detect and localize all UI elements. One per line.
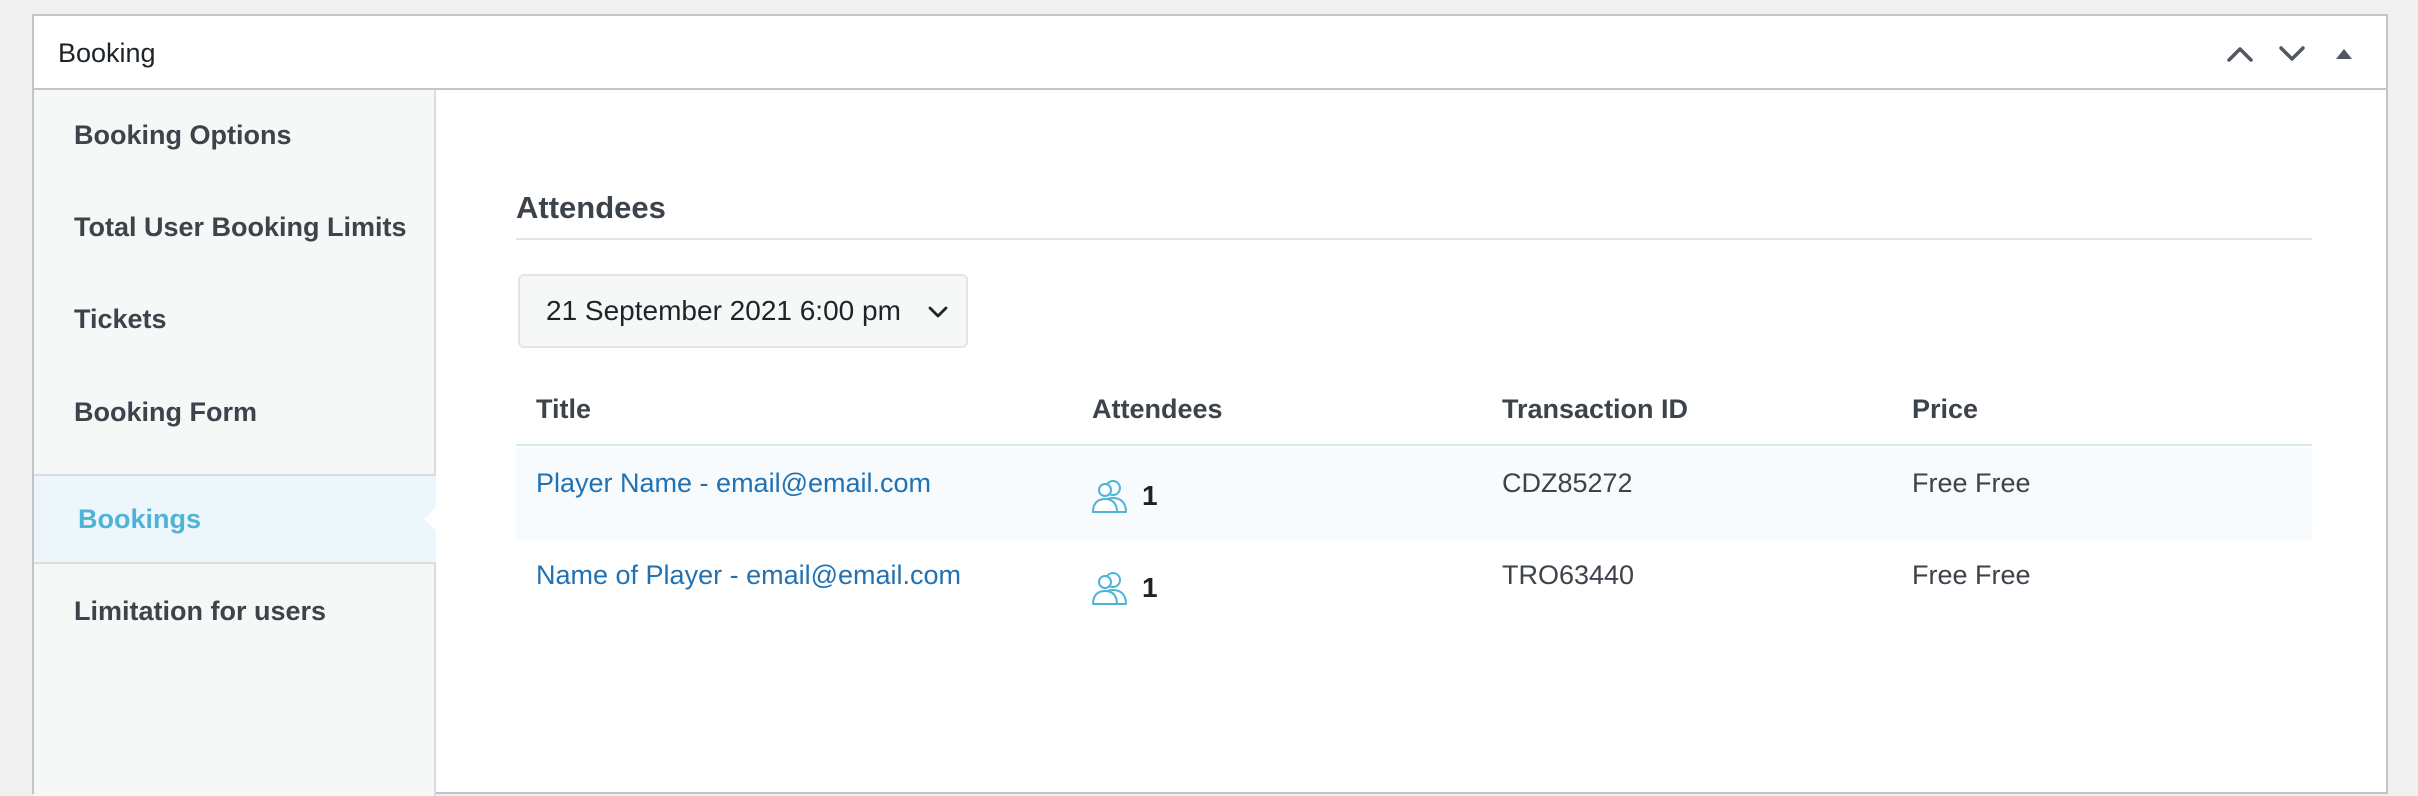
sidebar-item-booking-form[interactable]: Booking Form <box>34 367 436 457</box>
column-header-price: Price <box>1912 394 1979 424</box>
attendee-count: 1 <box>1142 572 1158 603</box>
move-up-button[interactable] <box>2214 34 2266 74</box>
section-title: Attendees <box>516 190 666 225</box>
attendees-cell: 1 <box>1090 476 1158 516</box>
move-down-button[interactable] <box>2266 34 2318 74</box>
booking-metabox: Booking Booking Options Total User Booki… <box>32 14 2388 796</box>
booking-sidebar: Booking Options Total User Booking Limit… <box>34 90 438 796</box>
transaction-id: TRO63440 <box>1502 560 1635 590</box>
users-icon <box>1092 572 1127 605</box>
chevron-up-icon <box>2227 47 2253 62</box>
column-header-transaction-id: Transaction ID <box>1502 394 1689 424</box>
metabox-title: Booking <box>58 38 156 68</box>
sidebar-item-total-user-booking-limits[interactable]: Total User Booking Limits <box>34 182 436 272</box>
sidebar-item-bookings[interactable]: Bookings <box>34 474 438 564</box>
sidebar-item-booking-options[interactable]: Booking Options <box>34 90 436 180</box>
price: Free Free <box>1912 468 2031 498</box>
triangle-up-icon <box>2336 49 2352 59</box>
column-header-attendees: Attendees <box>1092 394 1223 424</box>
booking-title-link[interactable]: Player Name - email@email.com <box>536 468 931 499</box>
attendees-cell: 1 <box>1090 568 1158 608</box>
sidebar-item-label: Booking Options <box>74 119 292 150</box>
table-row: Player Name - email@email.com 1 CDZ85272… <box>516 448 2312 540</box>
metabox-handle-actions <box>2214 34 2370 74</box>
table-row: Name of Player - email@email.com 1 TRO63… <box>516 540 2312 632</box>
column-header-title: Title <box>536 394 592 424</box>
booking-title-link[interactable]: Name of Player - email@email.com <box>536 560 961 591</box>
occurrence-date-select[interactable]: 21 September 2021 6:00 pm <box>518 274 968 348</box>
attendees-table-header: Title Attendees Transaction ID Price <box>516 388 2312 446</box>
price: Free Free <box>1912 560 2031 590</box>
section-divider <box>516 238 2312 240</box>
sidebar-item-label: Total User Booking Limits <box>74 211 407 242</box>
sidebar-item-label: Tickets <box>74 303 167 334</box>
users-icon <box>1092 480 1127 513</box>
chevron-down-icon <box>2279 46 2305 61</box>
sidebar-item-label: Bookings <box>78 503 202 534</box>
sidebar-item-limitation-for-users[interactable]: Limitation for users <box>34 566 436 656</box>
metabox-header: Booking <box>34 16 2386 90</box>
sidebar-item-label: Booking Form <box>74 396 257 427</box>
date-select-value: 21 September 2021 6:00 pm <box>546 295 901 326</box>
toggle-panel-button[interactable] <box>2318 34 2370 74</box>
sidebar-item-tickets[interactable]: Tickets <box>34 274 436 364</box>
sidebar-item-label: Limitation for users <box>74 595 327 626</box>
chevron-down-icon <box>928 306 948 318</box>
attendee-count: 1 <box>1142 480 1158 511</box>
transaction-id: CDZ85272 <box>1502 468 1633 498</box>
bookings-panel: Attendees 21 September 2021 6:00 pm Titl… <box>436 90 2386 792</box>
